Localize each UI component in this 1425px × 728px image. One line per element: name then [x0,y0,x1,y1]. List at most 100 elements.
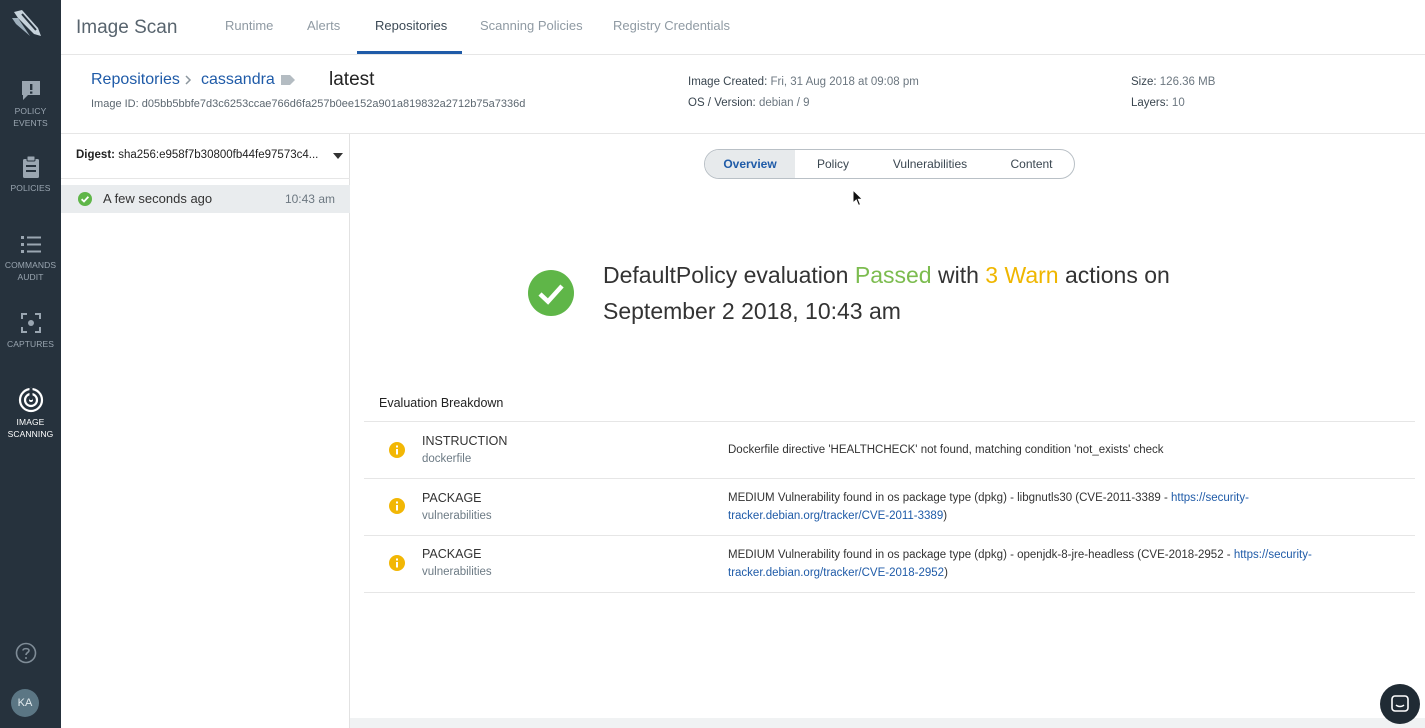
trigger-name: vulnerabilities [422,510,492,522]
summary-suffix: actions on [1064,262,1170,288]
app-title: Image Scan [76,17,178,38]
divider [61,178,350,179]
check-message-text: Dockerfile directive 'HEALTHCHECK' not f… [728,444,1164,456]
image-size-value: 126.36 MB [1159,76,1216,88]
evaluation-breakdown-table: INSTRUCTION dockerfile Dockerfile direct… [364,421,1415,593]
image-created: Image Created: Fri, 31 Aug 2018 at 09:08… [688,76,919,88]
rail-label: COMMANDS [4,260,57,270]
breadcrumb-repositories[interactable]: Repositories [91,71,180,89]
radar-scan-icon [18,387,43,413]
check-message: Dockerfile directive 'HEALTHCHECK' not f… [728,441,1318,459]
rail-label: IMAGE [16,417,45,427]
image-size-label: Size: [1131,76,1157,88]
main-panel: Overview Policy Vulnerabilities Content … [350,134,1425,728]
summary-warn-count: 3 Warn [985,262,1059,288]
help-icon[interactable] [15,642,37,664]
rail-label: SCANNING [7,429,54,439]
check-message-tail: ) [943,510,948,522]
summary-date: September 2 2018, 10:43 am [603,298,901,324]
check-message-text: MEDIUM Vulnerability found in os package… [728,492,1171,504]
os-version: OS / Version: debian / 9 [688,97,809,109]
tab-scanning-policies[interactable]: Scanning Policies [480,18,583,33]
passed-check-circle-icon [528,270,574,316]
image-layers-label: Layers: [1131,97,1169,109]
tab-repositories[interactable]: Repositories [375,18,447,33]
image-created-label: Image Created: [688,76,768,88]
scan-time: 10:43 am [284,192,335,206]
image-id-label: Image ID: [91,98,139,110]
subtab-content[interactable]: Content [989,150,1074,178]
check-message-text: MEDIUM Vulnerability found in os package… [728,549,1234,561]
clipboard-icon [22,155,39,178]
subtab-vulnerabilities[interactable]: Vulnerabilities [871,150,989,178]
avatar[interactable]: KA [11,689,39,717]
summary-result: Passed [854,262,932,288]
check-circle-icon [78,192,92,206]
rail-item-image-scanning[interactable]: IMAGE SCANNING [0,387,61,440]
mouse-cursor-icon [852,189,864,207]
warning-circle-icon [389,442,405,458]
subtab-policy[interactable]: Policy [795,150,871,178]
tag-icon [281,75,295,85]
breadcrumb-repo[interactable]: cassandra [201,71,275,89]
scan-history-row[interactable]: A few seconds ago 10:43 am [61,185,350,213]
tab-runtime[interactable]: Runtime [225,18,273,33]
scan-when: A few seconds ago [103,191,213,206]
table-row: PACKAGE vulnerabilities MEDIUM Vulnerabi… [364,536,1415,593]
os-version-value: debian / 9 [758,97,810,109]
rail-item-captures[interactable]: CAPTURES [0,311,61,350]
image-id-value: d05bb5bbfe7d3c6253ccae766d6fa257b0ee152a… [141,98,526,110]
evaluation-summary: DefaultPolicy evaluation Passed with 3 W… [603,257,1223,329]
list-icon [20,236,41,253]
gate-name: PACKAGE [422,491,482,505]
check-message: MEDIUM Vulnerability found in os package… [728,546,1318,582]
tab-alerts[interactable]: Alerts [307,18,340,33]
exclamation-bubble-icon [21,81,40,100]
warning-circle-icon [389,498,405,514]
trigger-name: vulnerabilities [422,566,492,578]
capture-focus-icon [20,313,41,333]
rail-label: POLICIES [10,183,51,193]
subtab-overview[interactable]: Overview [705,150,795,178]
check-message-tail: ) [944,567,948,579]
gate-name: INSTRUCTION [422,434,508,448]
rail-label: AUDIT [17,272,44,282]
rail-label: POLICY [14,106,47,116]
digest-value: sha256:e958f7b30800fb44fe97573c4... [118,149,319,161]
rail-item-policy-events[interactable]: POLICY EVENTS [0,80,61,129]
rail-item-policies[interactable]: POLICIES [0,155,61,194]
digest-label: Digest: [76,149,115,161]
digest-select[interactable]: Digest: sha256:e958f7b30800fb44fe97573c4… [76,149,326,161]
image-header: Repositories cassandra latest Image ID: … [61,55,1425,134]
gate-name: PACKAGE [422,547,482,561]
scan-history-panel: Digest: sha256:e958f7b30800fb44fe97573c4… [61,134,350,728]
table-row: PACKAGE vulnerabilities MEDIUM Vulnerabi… [364,479,1415,536]
trigger-name: dockerfile [422,453,472,465]
rail-label: CAPTURES [6,339,55,349]
breadcrumb-tag: latest [329,69,375,90]
warning-circle-icon [389,555,405,571]
check-message: MEDIUM Vulnerability found in os package… [728,489,1318,525]
image-created-value: Fri, 31 Aug 2018 at 09:08 pm [770,76,919,88]
horizontal-scrollbar[interactable] [350,718,1425,728]
top-nav: Image Scan Runtime Alerts Repositories S… [61,0,1425,55]
rail-label: EVENTS [13,118,48,128]
tab-registry-credentials[interactable]: Registry Credentials [613,18,730,33]
left-rail: POLICY EVENTS POLICIES COMMANDS AUDIT CA… [0,0,61,728]
breakdown-title: Evaluation Breakdown [379,396,504,410]
chevron-right-icon [185,75,192,85]
chat-button[interactable] [1380,684,1420,724]
image-size: Size: 126.36 MB [1131,76,1215,88]
chat-icon [1391,695,1409,712]
image-layers: Layers: 10 [1131,97,1185,109]
image-layers-value: 10 [1171,97,1185,109]
rail-item-commands-audit[interactable]: COMMANDS AUDIT [0,234,61,283]
active-tab-indicator [357,51,462,54]
summary-prefix: DefaultPolicy evaluation [603,262,849,288]
summary-mid: with [937,262,979,288]
subtab-bar: Overview Policy Vulnerabilities Content [704,149,1075,179]
image-id: Image ID: d05bb5bbfe7d3c6253ccae766d6fa2… [91,98,525,110]
os-version-label: OS / Version: [688,97,756,109]
sysdig-logo-icon[interactable] [8,8,44,44]
caret-down-icon[interactable] [333,153,343,159]
